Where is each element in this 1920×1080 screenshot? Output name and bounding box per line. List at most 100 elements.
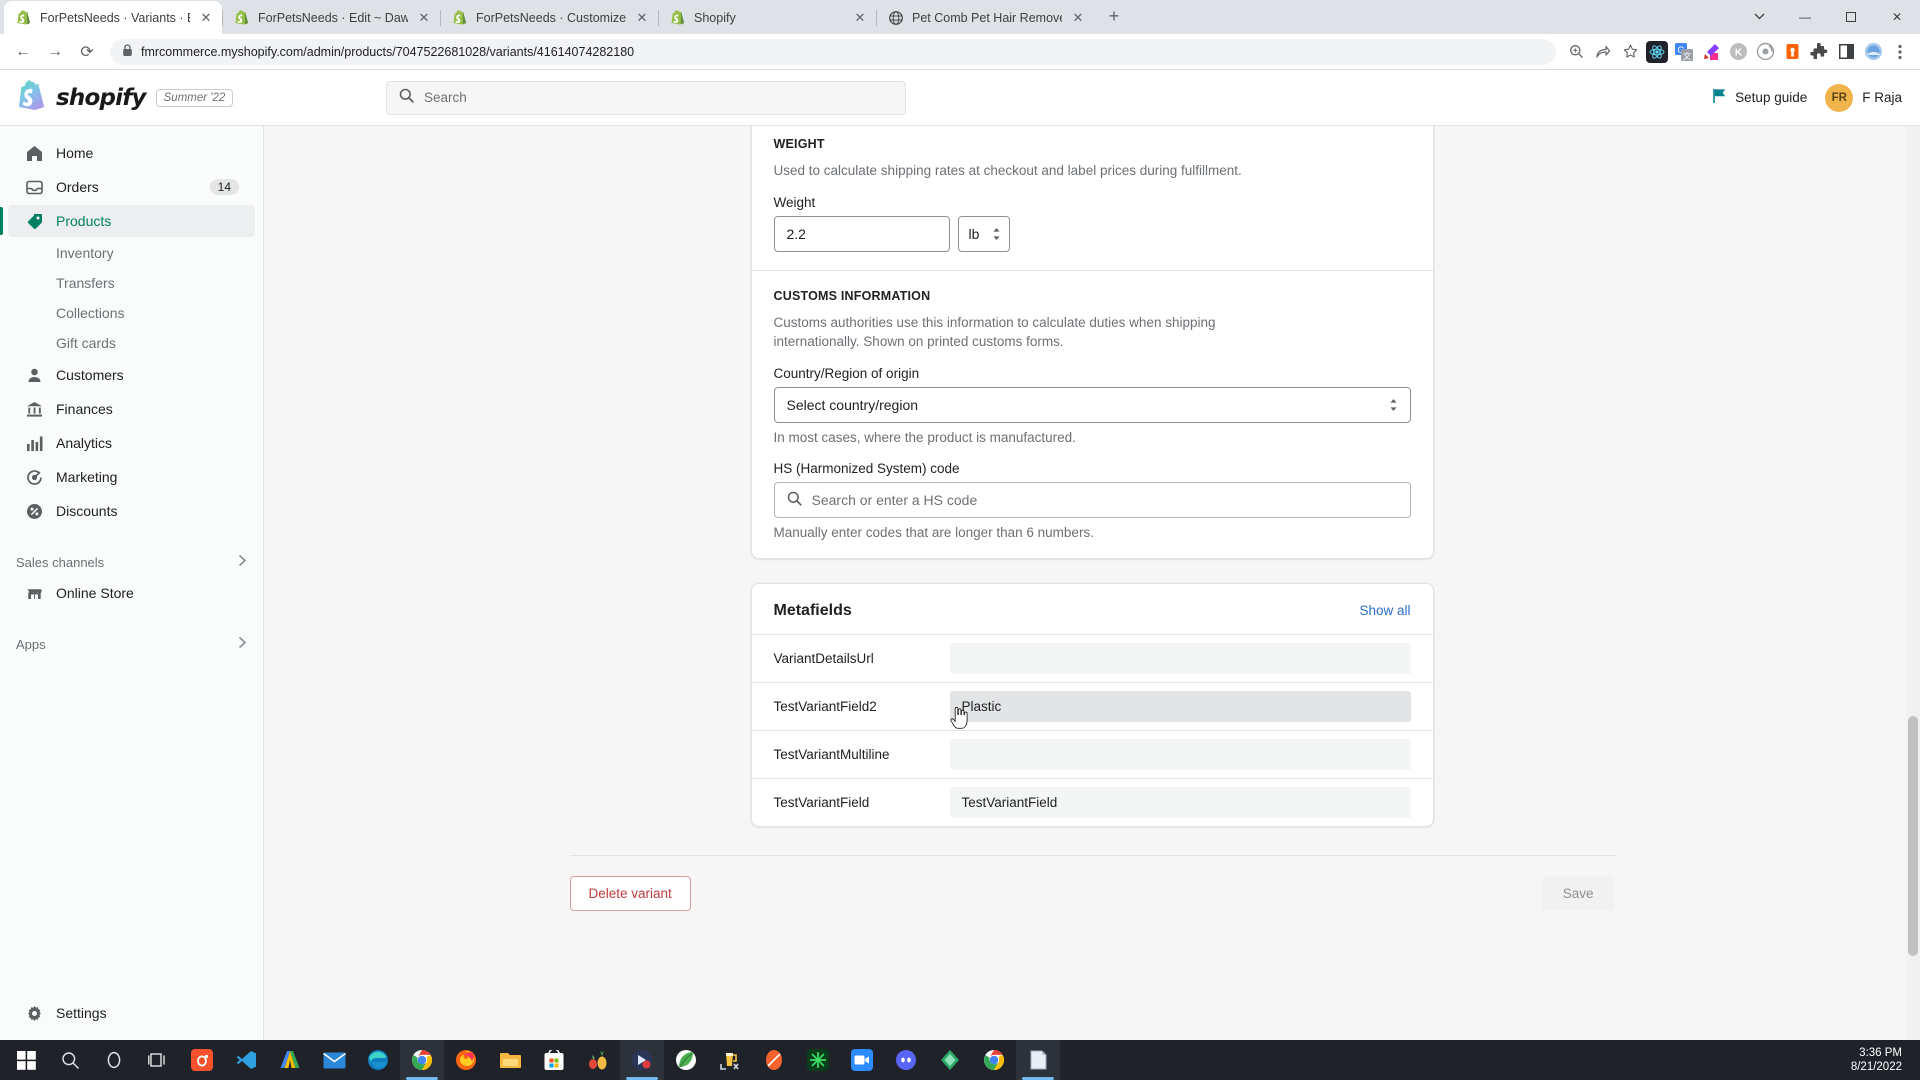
sidebar-item-label: Customers (56, 367, 124, 383)
address-bar[interactable]: fmrcommerce.myshopify.com/admin/products… (110, 38, 1556, 65)
sidebar-item-online-store[interactable]: Online Store (8, 577, 255, 609)
sidebar-bottom: Settings (0, 996, 263, 1040)
google-translate-icon[interactable]: G文 (1672, 40, 1696, 64)
chevron-down-icon[interactable] (1736, 0, 1782, 33)
scrollbar-track[interactable] (1906, 126, 1920, 1040)
cortana-icon[interactable] (92, 1040, 136, 1080)
back-icon[interactable]: ← (8, 37, 38, 67)
browser-tab[interactable]: Shopify ✕ (658, 1, 876, 34)
chrome2-icon[interactable] (972, 1040, 1016, 1080)
sidebar-item-marketing[interactable]: Marketing (8, 461, 255, 493)
weight-input[interactable]: 2.2 (773, 215, 950, 252)
pineapple-icon[interactable] (576, 1040, 620, 1080)
file-explorer-icon[interactable] (488, 1040, 532, 1080)
orange-oval-icon[interactable] (752, 1040, 796, 1080)
country-select[interactable]: Select country/region (773, 386, 1411, 423)
react-devtools-icon[interactable] (1645, 40, 1669, 64)
country-field-label: Country/Region of origin (773, 365, 920, 381)
sidebar-item-gift-cards[interactable]: Gift cards (8, 328, 255, 358)
metafield-value-input[interactable] (949, 738, 1411, 770)
hs-code-input[interactable]: Search or enter a HS code (773, 481, 1411, 518)
show-all-link[interactable]: Show all (1359, 603, 1410, 618)
chevron-right-icon[interactable] (238, 554, 247, 570)
lastpass-icon[interactable] (1780, 40, 1804, 64)
sidebar-section-apps[interactable]: Apps (0, 630, 263, 658)
weight-unit-select[interactable]: lb (957, 215, 1010, 252)
notes-icon[interactable] (1016, 1040, 1060, 1080)
green-star-icon[interactable] (796, 1040, 840, 1080)
extensions-puzzle-icon[interactable] (1807, 40, 1831, 64)
recording-icon[interactable] (620, 1040, 664, 1080)
customs-section-description: Customs authorities use this information… (773, 314, 1216, 350)
sidebar-item-customers[interactable]: Customers (8, 359, 255, 391)
sidebar-item-inventory[interactable]: Inventory (8, 238, 255, 268)
sidebar-item-label: Orders (56, 179, 99, 195)
taskbar-clock[interactable]: 3:36 PM 8/21/2022 (1851, 1046, 1916, 1074)
zoom-video-icon[interactable] (840, 1040, 884, 1080)
sidebar-item-discounts[interactable]: Discounts (8, 495, 255, 527)
edge-icon[interactable] (356, 1040, 400, 1080)
google-ads-icon[interactable] (268, 1040, 312, 1080)
discord-icon[interactable] (884, 1040, 928, 1080)
share-icon[interactable] (1591, 40, 1615, 64)
menu-kebab-icon[interactable] (1888, 40, 1912, 64)
new-tab-button[interactable]: + (1100, 3, 1128, 31)
window-icon[interactable] (1834, 40, 1858, 64)
browser-tab[interactable]: ForPetsNeeds · Variants · Blue · Sl ✕ (4, 1, 222, 34)
app-orange-o-icon[interactable] (180, 1040, 224, 1080)
microsoft-store-icon[interactable] (532, 1040, 576, 1080)
shopify-logo[interactable]: shopify Summer '22 (18, 79, 268, 116)
browser-tab[interactable]: ForPetsNeeds · Customize Dawn ✕ (440, 1, 658, 34)
delete-variant-button[interactable]: Delete variant (569, 875, 691, 911)
beer-measure-icon[interactable] (708, 1040, 752, 1080)
sidebar-item-orders[interactable]: Orders 14 (8, 171, 255, 203)
firefox-icon[interactable] (444, 1040, 488, 1080)
select-caret-icon (1389, 398, 1398, 412)
browser-tab[interactable]: ForPetsNeeds · Edit ~ Dawn - Pro ✕ (222, 1, 440, 34)
tab-close-icon[interactable]: ✕ (852, 10, 868, 26)
chevron-right-icon[interactable] (238, 636, 247, 652)
sidebar-item-collections[interactable]: Collections (8, 298, 255, 328)
setup-guide-button[interactable]: Setup guide (1712, 88, 1807, 107)
vscode-icon[interactable] (224, 1040, 268, 1080)
user-menu[interactable]: FR F Raja (1825, 83, 1902, 112)
tab-close-icon[interactable]: ✕ (634, 10, 650, 26)
tab-close-icon[interactable]: ✕ (416, 10, 432, 26)
diamond-icon[interactable] (928, 1040, 972, 1080)
task-view-icon[interactable] (136, 1040, 180, 1080)
bookmark-star-icon[interactable] (1618, 40, 1642, 64)
window-maximize-button[interactable] (1828, 0, 1874, 33)
kami-icon[interactable]: K (1726, 40, 1750, 64)
zoom-icon[interactable] (1564, 40, 1588, 64)
weight-field-label: Weight (773, 194, 816, 210)
sidebar-item-analytics[interactable]: Analytics (8, 427, 255, 459)
reload-icon[interactable]: ⟳ (72, 37, 102, 67)
browser-tab[interactable]: Pet Comb Pet Hair Remover Dog ✕ (876, 1, 1094, 34)
windows-start-icon[interactable] (4, 1040, 48, 1080)
sidebar-item-products[interactable]: Products (0, 205, 255, 237)
profile-icon[interactable] (1861, 40, 1885, 64)
sidebar-item-home[interactable]: Home (8, 137, 255, 169)
search-input[interactable]: Search (386, 80, 906, 115)
sidebar-item-label: Settings (56, 1005, 107, 1021)
sidebar-item-transfers[interactable]: Transfers (8, 268, 255, 298)
metafield-value-input[interactable]: Plastic (949, 690, 1411, 722)
chrome-icon[interactable] (400, 1040, 444, 1080)
sidebar-item-settings[interactable]: Settings (8, 997, 255, 1029)
colorpicker-icon[interactable] (1699, 40, 1723, 64)
window-minimize-button[interactable]: — (1782, 0, 1828, 33)
search-icon[interactable] (48, 1040, 92, 1080)
circle-target-icon[interactable] (1753, 40, 1777, 64)
mail-icon[interactable] (312, 1040, 356, 1080)
metafield-value-input[interactable]: TestVariantField (949, 786, 1411, 818)
forward-icon[interactable]: → (40, 37, 70, 67)
scrollbar-thumb[interactable] (1908, 716, 1918, 956)
metafield-value-input[interactable] (949, 642, 1411, 674)
storefront-icon (24, 583, 44, 603)
sidebar-section-sales-channels[interactable]: Sales channels (0, 548, 263, 576)
leaf-icon[interactable] (664, 1040, 708, 1080)
tab-close-icon[interactable]: ✕ (1070, 10, 1086, 26)
window-close-button[interactable]: ✕ (1874, 0, 1920, 33)
tab-close-icon[interactable]: ✕ (198, 10, 214, 26)
sidebar-item-finances[interactable]: Finances (8, 393, 255, 425)
